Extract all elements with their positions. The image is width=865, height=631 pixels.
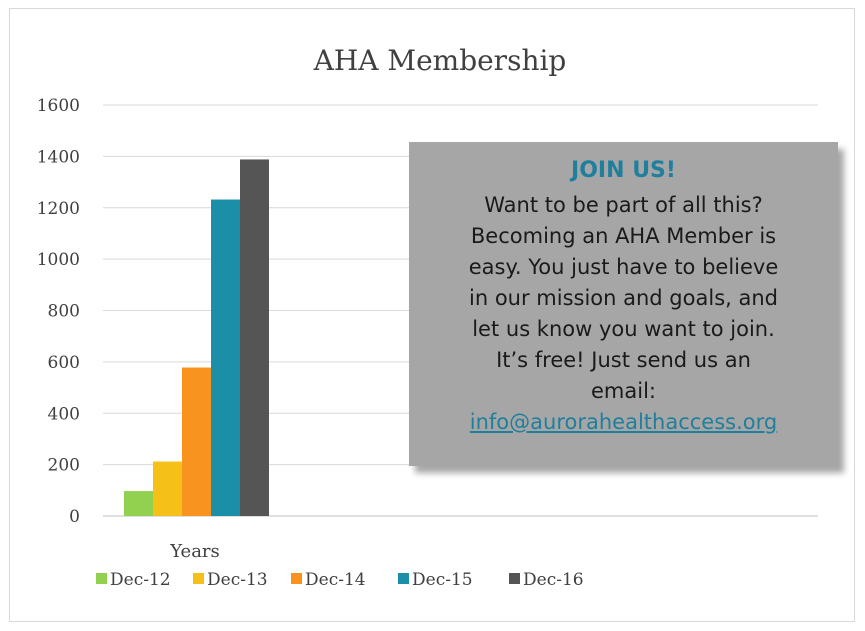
y-tick-label: 1200 bbox=[37, 199, 80, 219]
legend-swatch bbox=[96, 573, 107, 584]
y-tick-label: 0 bbox=[69, 507, 80, 527]
legend-swatch bbox=[509, 573, 520, 584]
y-tick-label: 1400 bbox=[37, 147, 80, 167]
join-us-callout: JOIN US! Want to be part of all this? Be… bbox=[409, 142, 838, 466]
bars bbox=[124, 159, 269, 516]
y-tick-label: 400 bbox=[48, 404, 80, 424]
legend-swatch bbox=[398, 573, 409, 584]
y-axis-ticks: 0 200 400 600 800 1000 1200 1400 1600 bbox=[37, 96, 80, 527]
x-category-label: Years bbox=[169, 541, 220, 562]
email-link[interactable]: info@aurorahealthaccess.org bbox=[409, 407, 838, 438]
callout-heading: JOIN US! bbox=[571, 158, 676, 183]
bar-dec-15 bbox=[211, 199, 240, 516]
legend-item: Dec-12 bbox=[96, 570, 171, 590]
callout-line: email: bbox=[591, 379, 656, 403]
callout-line: It’s free! Just send us an bbox=[496, 348, 751, 372]
bar-dec-13 bbox=[153, 461, 182, 516]
legend-swatch bbox=[291, 573, 302, 584]
legend-item: Dec-14 bbox=[291, 570, 366, 590]
legend-label: Dec-14 bbox=[305, 570, 366, 590]
callout-body: Want to be part of all this? Becoming an… bbox=[409, 190, 838, 407]
bar-dec-16 bbox=[240, 159, 269, 516]
callout-line: Want to be part of all this? bbox=[484, 193, 763, 217]
legend: Dec-12 Dec-13 Dec-14 Dec-15 Dec-16 bbox=[96, 570, 584, 590]
callout-line: let us know you want to join. bbox=[472, 317, 775, 341]
bar-dec-12 bbox=[124, 491, 153, 516]
legend-item: Dec-16 bbox=[509, 570, 584, 590]
callout-line: in our mission and goals, and bbox=[469, 286, 778, 310]
legend-label: Dec-16 bbox=[523, 570, 584, 590]
legend-label: Dec-15 bbox=[412, 570, 473, 590]
y-tick-label: 1600 bbox=[37, 96, 80, 116]
legend-item: Dec-13 bbox=[193, 570, 268, 590]
callout-line: Becoming an AHA Member is bbox=[470, 224, 777, 248]
legend-swatch bbox=[193, 573, 204, 584]
legend-label: Dec-12 bbox=[110, 570, 171, 590]
y-tick-label: 200 bbox=[48, 456, 80, 476]
y-tick-label: 800 bbox=[48, 302, 80, 322]
chart-title: AHA Membership bbox=[313, 44, 567, 77]
y-tick-label: 1000 bbox=[37, 250, 80, 270]
legend-label: Dec-13 bbox=[207, 570, 268, 590]
y-tick-label: 600 bbox=[48, 353, 80, 373]
callout-line: easy. You just have to believe bbox=[468, 255, 779, 279]
bar-dec-14 bbox=[182, 367, 211, 516]
legend-item: Dec-15 bbox=[398, 570, 473, 590]
